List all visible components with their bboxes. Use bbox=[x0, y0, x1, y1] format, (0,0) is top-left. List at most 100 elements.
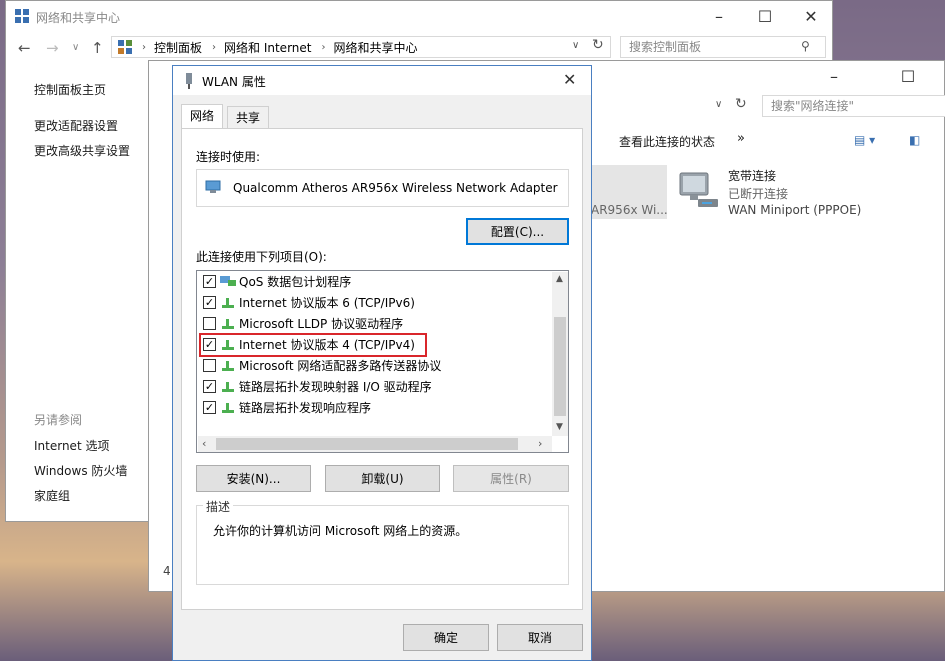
vertical-scrollbar[interactable]: ▲ ▼ bbox=[552, 272, 568, 436]
list-item-label: Internet 协议版本 6 (TCP/IPv6) bbox=[239, 296, 415, 310]
status-bar-text: 4 bbox=[163, 564, 171, 578]
network-adapter-icon bbox=[205, 180, 223, 197]
control-panel-icon bbox=[118, 40, 132, 57]
view-status-command[interactable]: 查看此连接的状态 bbox=[619, 133, 715, 150]
refresh-icon[interactable]: ↻ bbox=[735, 96, 747, 112]
list-item-label: Microsoft 网络适配器多路传送器协议 bbox=[239, 359, 442, 373]
search-input[interactable]: 搜索控制面板 bbox=[620, 36, 826, 58]
connection-status: 已断开连接 bbox=[728, 187, 789, 201]
checkbox-checked[interactable]: ✓ bbox=[203, 401, 216, 414]
see-also-heading: 另请参阅 bbox=[34, 413, 83, 427]
link-internet-options[interactable]: Internet 选项 bbox=[34, 437, 109, 454]
link-homegroup[interactable]: 家庭组 bbox=[34, 487, 70, 504]
title-bar: 网络和共享中心 – ☐ ✕ bbox=[6, 1, 832, 33]
breadcrumb-network-internet[interactable]: 网络和 Internet bbox=[224, 39, 311, 56]
scroll-down-icon[interactable]: ▼ bbox=[556, 422, 563, 432]
nav-advanced-sharing[interactable]: 更改高级共享设置 bbox=[34, 142, 130, 159]
install-button[interactable]: 安装(N)... bbox=[196, 465, 311, 492]
maximize-button[interactable]: ☐ bbox=[742, 1, 788, 31]
breadcrumb-network-center[interactable]: 网络和共享中心 bbox=[333, 39, 417, 56]
list-item-label: QoS 数据包计划程序 bbox=[239, 275, 352, 289]
description-heading: 描述 bbox=[203, 498, 234, 515]
connection-device: WAN Miniport (PPPOE) bbox=[728, 203, 862, 217]
adapter-field: Qualcomm Atheros AR956x Wireless Network… bbox=[196, 169, 569, 207]
connection-name: 宽带连接 bbox=[728, 169, 777, 183]
ok-button[interactable]: 确定 bbox=[403, 624, 489, 651]
network-center-icon bbox=[14, 8, 30, 24]
list-item-label: 链路层拓扑发现响应程序 bbox=[239, 401, 372, 415]
list-item[interactable]: ✓ Internet 协议版本 6 (TCP/IPv6) bbox=[203, 292, 415, 313]
connect-using-label: 连接时使用: bbox=[196, 150, 261, 164]
maximize-button[interactable]: ☐ bbox=[885, 61, 931, 91]
address-bar: ← → ∨ ↑ › 控制面板 › 网络和 Internet › 网络和共享中心 … bbox=[6, 33, 832, 61]
search-input[interactable]: 搜索"网络连接" bbox=[762, 95, 945, 117]
uninstall-button[interactable]: 卸载(U) bbox=[325, 465, 440, 492]
list-item[interactable]: ✓ 链路层拓扑发现映射器 I/O 驱动程序 bbox=[203, 376, 432, 397]
view-options-icon[interactable]: ▤ ▾ bbox=[854, 133, 875, 147]
scroll-up-icon[interactable]: ▲ bbox=[556, 274, 563, 284]
checkbox-checked[interactable]: ✓ bbox=[203, 296, 216, 309]
chevron-right-icon: › bbox=[321, 41, 326, 53]
network-tab-panel: 连接时使用: Qualcomm Atheros AR956x Wireless … bbox=[181, 128, 583, 610]
list-item[interactable]: Microsoft LLDP 协议驱动程序 bbox=[203, 313, 403, 334]
minimize-button[interactable]: – bbox=[811, 61, 857, 91]
up-arrow-icon[interactable]: ↑ bbox=[91, 39, 104, 57]
components-list[interactable]: ✓ QoS 数据包计划程序 ✓ Internet 协议版本 6 (TCP/IPv… bbox=[196, 270, 569, 453]
description-text: 允许你的计算机访问 Microsoft 网络上的资源。 bbox=[213, 524, 468, 538]
recent-dropdown-icon[interactable]: ∨ bbox=[72, 42, 79, 53]
refresh-icon[interactable]: ↻ bbox=[592, 37, 604, 53]
scroll-left-icon[interactable]: ‹ bbox=[202, 437, 206, 450]
horizontal-scrollbar[interactable]: ‹ › bbox=[198, 436, 552, 452]
protocol-icon bbox=[220, 381, 236, 393]
list-item[interactable]: Microsoft 网络适配器多路传送器协议 bbox=[203, 355, 441, 376]
back-arrow-icon[interactable]: ← bbox=[18, 39, 31, 57]
preview-pane-icon[interactable]: ◧ bbox=[909, 133, 920, 147]
close-button[interactable]: ✕ bbox=[788, 1, 834, 31]
checkbox-unchecked[interactable] bbox=[203, 359, 216, 372]
protocol-icon bbox=[220, 297, 236, 309]
configure-button[interactable]: 配置(C)... bbox=[466, 218, 569, 245]
dialog-title-bar: WLAN 属性 ✕ bbox=[173, 66, 591, 95]
list-item[interactable]: ✓ QoS 数据包计划程序 bbox=[203, 271, 351, 292]
dialog-title: WLAN 属性 bbox=[202, 75, 266, 89]
properties-button[interactable]: 属性(R) bbox=[453, 465, 569, 492]
chevron-right-icon: › bbox=[142, 41, 146, 53]
qos-icon bbox=[220, 275, 236, 288]
close-icon[interactable]: ✕ bbox=[563, 70, 576, 89]
list-item-label: 链路层拓扑发现映射器 I/O 驱动程序 bbox=[239, 380, 432, 394]
breadcrumb-control-panel[interactable]: 控制面板 bbox=[154, 39, 202, 56]
tab-sharing[interactable]: 共享 bbox=[227, 106, 270, 128]
cancel-button[interactable]: 取消 bbox=[497, 624, 583, 651]
minimize-button[interactable]: – bbox=[696, 1, 742, 31]
wlan-properties-dialog: WLAN 属性 ✕ 网络 共享 连接时使用: Qualcomm Atheros … bbox=[172, 65, 592, 661]
nav-change-adapter[interactable]: 更改适配器设置 bbox=[34, 117, 118, 134]
list-item-label: Microsoft LLDP 协议驱动程序 bbox=[239, 317, 404, 331]
broadband-connection-icon bbox=[676, 169, 720, 213]
breadcrumb[interactable]: › 控制面板 › 网络和 Internet › 网络和共享中心 bbox=[111, 36, 611, 58]
broadband-connection-item[interactable]: 宽带连接 已断开连接 WAN Miniport (PPPOE) bbox=[676, 165, 926, 219]
window-title: 网络和共享中心 bbox=[36, 11, 121, 25]
scroll-thumb[interactable] bbox=[554, 317, 566, 416]
scroll-thumb[interactable] bbox=[216, 438, 518, 450]
tab-network[interactable]: 网络 bbox=[181, 104, 224, 129]
forward-arrow-icon[interactable]: → bbox=[46, 39, 59, 57]
nav-control-panel-home[interactable]: 控制面板主页 bbox=[34, 81, 106, 98]
scroll-right-icon[interactable]: › bbox=[538, 437, 542, 450]
ipv4-highlight-box bbox=[199, 333, 427, 357]
chevron-down-icon[interactable]: ∨ bbox=[572, 40, 579, 51]
search-icon[interactable]: ⚲ bbox=[801, 39, 810, 53]
chevron-down-icon[interactable]: ∨ bbox=[715, 99, 722, 110]
protocol-icon bbox=[220, 318, 236, 330]
protocol-icon bbox=[220, 360, 236, 372]
checkbox-checked[interactable]: ✓ bbox=[203, 380, 216, 393]
checkbox-unchecked[interactable] bbox=[203, 317, 216, 330]
more-commands[interactable]: » bbox=[737, 131, 745, 146]
description-group: 描述 允许你的计算机访问 Microsoft 网络上的资源。 bbox=[196, 498, 569, 585]
adapter-name: Qualcomm Atheros AR956x Wireless Network… bbox=[233, 181, 558, 195]
wlan-adapter-icon bbox=[183, 73, 195, 92]
checkbox-checked[interactable]: ✓ bbox=[203, 275, 216, 288]
chevron-right-icon: › bbox=[212, 41, 217, 53]
protocol-icon bbox=[220, 402, 236, 414]
link-windows-firewall[interactable]: Windows 防火墙 bbox=[34, 462, 127, 479]
list-item[interactable]: ✓ 链路层拓扑发现响应程序 bbox=[203, 397, 371, 418]
